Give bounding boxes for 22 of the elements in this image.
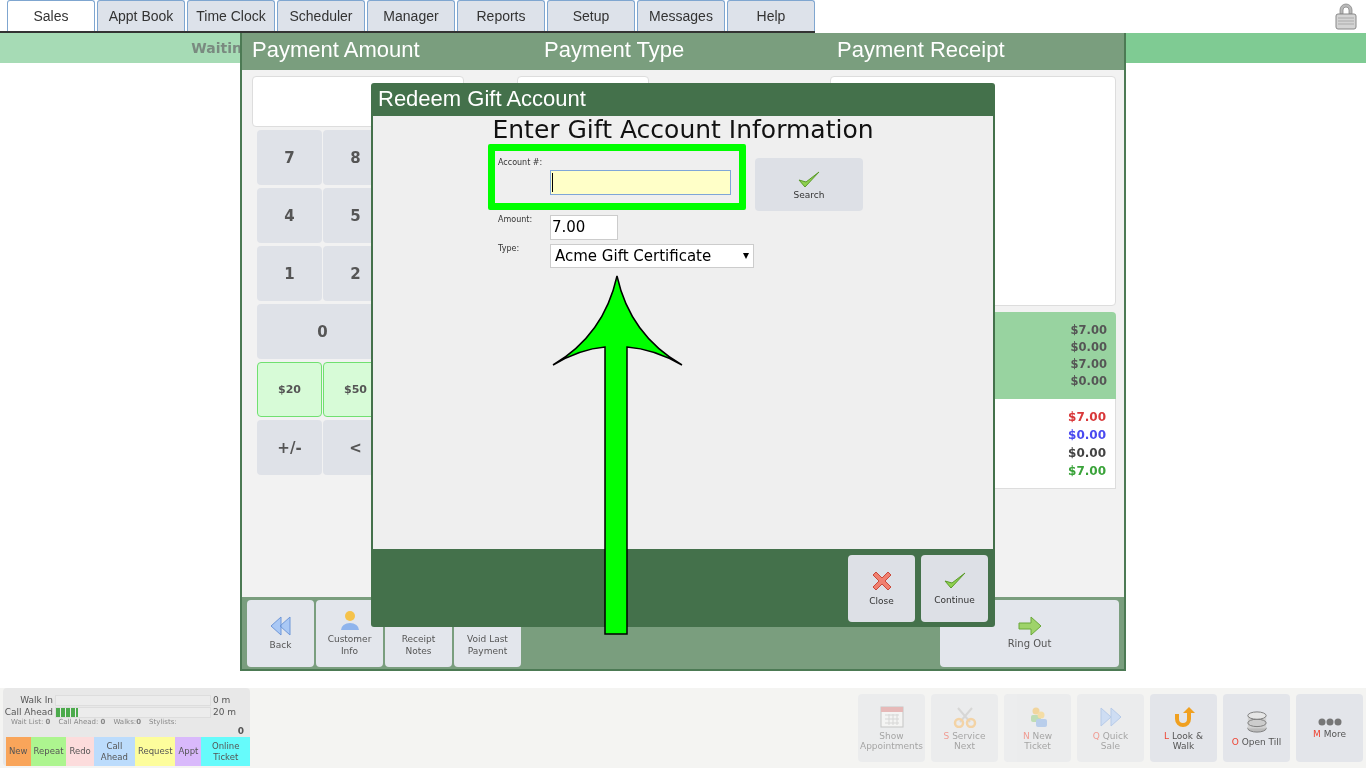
waiting-label: Waitin: [191, 40, 240, 56]
queue-label: Call Ahead: [3, 707, 53, 717]
dialog-title: Redeem Gift Account: [378, 86, 586, 111]
dialog-heading: Enter Gift Account Information: [491, 116, 875, 144]
panel-heading: Payment Amount: [252, 37, 420, 63]
stylists-count: 0: [237, 726, 244, 736]
panel-heading: Payment Type: [544, 37, 685, 63]
summary-value: $7.00: [1070, 355, 1107, 373]
type-label: Type:: [498, 244, 521, 253]
panel-heading: Payment Receipt: [837, 37, 1005, 63]
summary-value: $0.00: [1070, 372, 1107, 390]
balance-value: $7.00: [1068, 462, 1106, 480]
balance-value: $7.00: [1068, 408, 1106, 426]
balance-value: $0.00: [1068, 444, 1106, 462]
balance-value: $0.00: [1068, 426, 1106, 444]
queue-time: 20 m: [213, 707, 237, 717]
queue-label: Walk In: [19, 695, 53, 705]
summary-value: $7.00: [1070, 321, 1107, 339]
summary-value: $0.00: [1070, 338, 1107, 356]
account-label: Account #:: [498, 158, 544, 167]
amount-label: Amount:: [498, 215, 534, 224]
queue-time: 0 m: [213, 695, 231, 705]
